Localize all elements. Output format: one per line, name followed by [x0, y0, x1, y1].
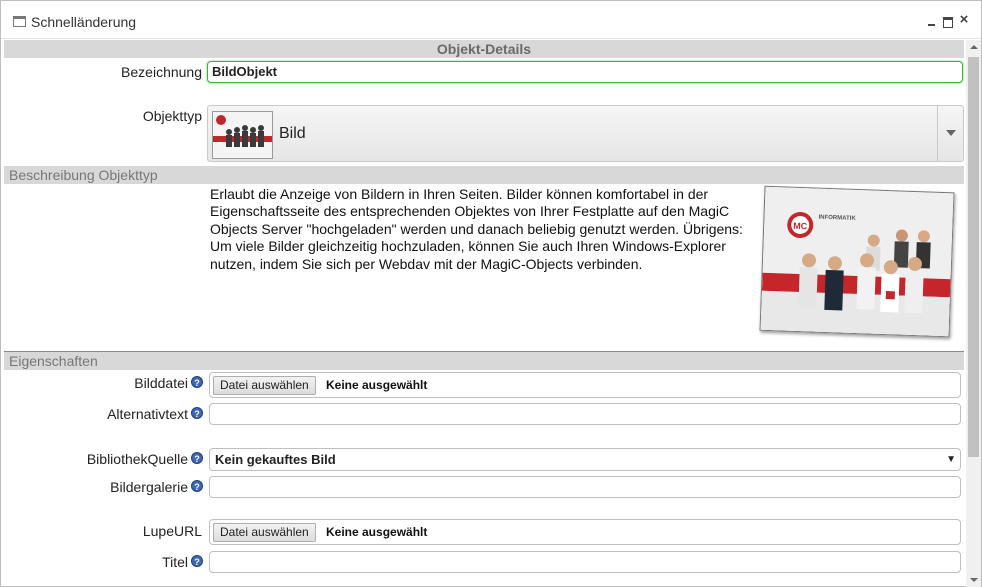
- section-objekt-details: Objekt-Details: [4, 40, 964, 58]
- photo-brand-text: INFORMATIK: [818, 215, 856, 222]
- window-icon: [13, 16, 26, 27]
- bildergalerie-label: Bildergalerie: [110, 479, 188, 495]
- alternativtext-label: Alternativtext: [107, 406, 188, 422]
- objekttyp-value: Bild: [279, 125, 306, 142]
- alternativtext-input[interactable]: [209, 403, 961, 425]
- dialog-titlebar[interactable]: Schnelländerung ×: [1, 1, 981, 39]
- maximize-icon[interactable]: [942, 13, 954, 28]
- quick-edit-dialog: Schnelländerung × Objekt-Details Bezeich…: [0, 0, 982, 587]
- dialog-content: Objekt-Details Bezeichnung BildObjekt Ob…: [2, 40, 965, 587]
- bibliothekquelle-value: Kein gekauftes Bild: [215, 452, 336, 467]
- bibliothekquelle-label: BibliothekQuelle: [86, 451, 188, 467]
- help-icon[interactable]: ?: [191, 555, 203, 567]
- objekttyp-label: Objekttyp: [142, 108, 202, 124]
- titel-input[interactable]: [209, 551, 961, 573]
- bezeichnung-input[interactable]: BildObjekt: [207, 61, 963, 83]
- objekttyp-thumbnail: [212, 111, 273, 159]
- lupeurl-choose-file-button[interactable]: Datei auswählen: [213, 523, 316, 542]
- help-icon[interactable]: ?: [191, 376, 203, 388]
- objekttyp-description: Erlaubt die Anzeige von Bildern in Ihren…: [210, 186, 743, 272]
- help-icon[interactable]: ?: [191, 407, 203, 419]
- scrollbar-thumb[interactable]: [968, 57, 979, 457]
- close-icon[interactable]: ×: [958, 12, 970, 27]
- lupeurl-file-status: Keine ausgewählt: [326, 525, 428, 539]
- team-photo: MC INFORMATIK: [760, 186, 955, 338]
- bilddatei-label: Bilddatei: [134, 375, 188, 391]
- lupeurl-file-input[interactable]: Datei auswählen Keine ausgewählt: [209, 519, 961, 545]
- bildergalerie-input[interactable]: [209, 476, 961, 498]
- dialog-title: Schnelländerung: [31, 14, 137, 30]
- bezeichnung-label: Bezeichnung: [121, 64, 202, 80]
- section-eigenschaften: Eigenschaften: [4, 352, 964, 370]
- section-beschreibung-objekttyp: Beschreibung Objekttyp: [4, 166, 964, 184]
- vertical-scrollbar[interactable]: [966, 40, 981, 587]
- help-icon[interactable]: ?: [191, 452, 203, 464]
- bilddatei-file-status: Keine ausgewählt: [326, 378, 428, 392]
- photo-logo-text: MC: [793, 221, 808, 231]
- chevron-down-icon[interactable]: [937, 106, 963, 161]
- scroll-up-icon[interactable]: [966, 40, 981, 54]
- bibliothekquelle-select[interactable]: Kein gekauftes Bild ▼: [209, 448, 961, 471]
- scroll-down-icon[interactable]: [966, 573, 981, 587]
- bilddatei-file-input[interactable]: Datei auswählen Keine ausgewählt: [209, 372, 961, 398]
- minimize-icon[interactable]: [926, 13, 938, 27]
- help-icon[interactable]: ?: [191, 480, 203, 492]
- lupeurl-label: LupeURL: [142, 523, 202, 539]
- objekttyp-select[interactable]: Bild: [207, 105, 964, 162]
- chevron-down-icon: ▼: [946, 454, 956, 465]
- bilddatei-choose-file-button[interactable]: Datei auswählen: [213, 376, 316, 395]
- team-photo-thumbnail: [213, 112, 272, 158]
- titel-label: Titel: [162, 554, 188, 570]
- objekttyp-preview-image: MC INFORMATIK: [759, 185, 955, 338]
